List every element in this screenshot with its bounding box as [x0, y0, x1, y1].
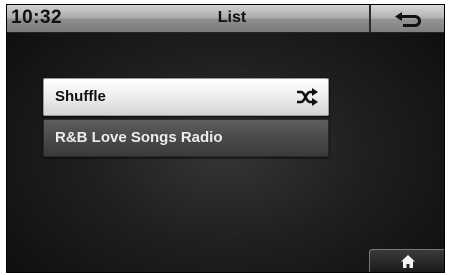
list-item-shuffle[interactable]: Shuffle: [43, 78, 329, 116]
list-item-label: R&B Love Songs Radio: [55, 129, 223, 146]
list-item-station[interactable]: R&B Love Songs Radio: [43, 119, 329, 157]
status-bar: 10:32 List: [7, 5, 444, 33]
shuffle-icon: [297, 88, 318, 106]
player-screen: 10:32 List Shuffle R&B Love Songs Radio: [6, 4, 445, 273]
home-button[interactable]: [369, 249, 444, 272]
back-arrow-icon: [395, 12, 421, 27]
list-item-label: Shuffle: [55, 88, 106, 105]
clock: 10:32: [11, 7, 63, 28]
page-title: List: [217, 9, 247, 26]
home-icon: [401, 255, 415, 268]
back-button[interactable]: [369, 5, 444, 32]
